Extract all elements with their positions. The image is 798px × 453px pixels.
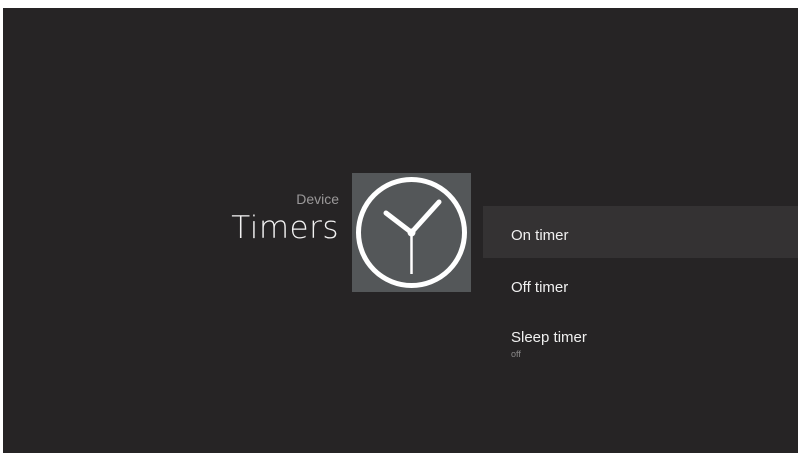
timers-icon-tile xyxy=(352,173,471,292)
tv-settings-screen: Device Timers On timer Off timer Sleep t… xyxy=(3,8,798,453)
sleep-timer-item[interactable]: Sleep timer off xyxy=(483,310,798,362)
off-timer-label: Off timer xyxy=(511,279,569,296)
breadcrumb: Device xyxy=(296,191,339,207)
timer-options-menu: On timer Off timer Sleep timer off xyxy=(483,206,798,362)
on-timer-item[interactable]: On timer xyxy=(483,206,798,258)
clock-icon xyxy=(356,177,467,288)
sleep-timer-status: off xyxy=(511,349,521,359)
on-timer-label: On timer xyxy=(511,227,569,244)
off-timer-item[interactable]: Off timer xyxy=(483,258,798,310)
page-title: Timers xyxy=(231,210,339,246)
sleep-timer-label: Sleep timer xyxy=(511,329,587,346)
